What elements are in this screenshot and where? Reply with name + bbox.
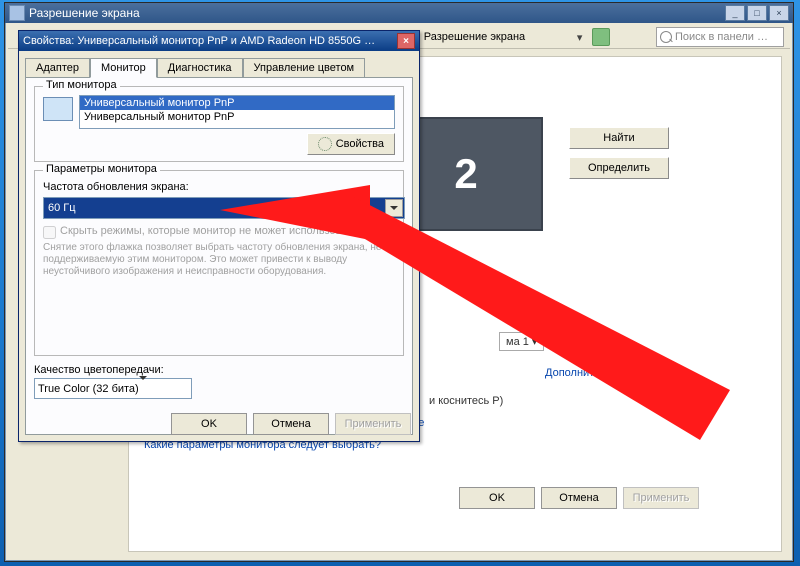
monitor-number: 2	[454, 150, 477, 198]
tab-page: Тип монитора Универсальный монитор PnP У…	[25, 77, 413, 435]
close-button[interactable]: ×	[769, 5, 789, 21]
content-buttons: OK Отмена Применить	[459, 487, 699, 509]
list-item[interactable]: Универсальный монитор PnP	[80, 110, 394, 124]
chevron-down-icon[interactable]	[385, 199, 403, 217]
dialog-close-button[interactable]: ×	[397, 33, 415, 49]
touch-hint: и коснитесь P)	[429, 395, 503, 407]
tab-adapter[interactable]: Адаптер	[25, 58, 90, 78]
properties-button[interactable]: Свойства	[307, 133, 395, 155]
tab-monitor[interactable]: Монитор	[90, 58, 157, 78]
monitor-icon	[43, 97, 73, 121]
dialog-apply-button[interactable]: Применить	[335, 413, 411, 435]
partial-dropdown[interactable]: ма 1 ▾	[499, 332, 544, 351]
list-item[interactable]: Универсальный монитор PnP	[80, 96, 394, 110]
monitor-properties-dialog: Свойства: Универсальный монитор PnP и AM…	[18, 30, 420, 442]
refresh-icon[interactable]	[592, 28, 610, 46]
window-icon	[9, 5, 25, 21]
tab-diagnostics[interactable]: Диагностика	[157, 58, 243, 78]
find-button[interactable]: Найти	[569, 127, 669, 149]
color-quality-combo[interactable]: True Color (32 бита)	[34, 378, 192, 399]
hide-modes-checkbox[interactable]	[43, 226, 56, 239]
dialog-title: Свойства: Универсальный монитор PnP и AM…	[23, 35, 375, 47]
search-input[interactable]: Поиск в панели …	[656, 27, 784, 47]
apply-button[interactable]: Применить	[623, 487, 699, 509]
monitor-settings-group: Параметры монитора Частота обновления эк…	[34, 170, 404, 356]
minimize-button[interactable]: _	[725, 5, 745, 21]
maximize-button[interactable]: □	[747, 5, 767, 21]
chevron-down-icon[interactable]	[139, 380, 147, 397]
cancel-button[interactable]: Отмена	[541, 487, 617, 509]
gear-icon	[318, 137, 332, 151]
dialog-ok-button[interactable]: OK	[171, 413, 247, 435]
dialog-titlebar[interactable]: Свойства: Универсальный монитор PnP и AM…	[19, 31, 419, 51]
hide-modes-check[interactable]: Скрыть режимы, которые монитор не может …	[43, 225, 395, 239]
parent-titlebar[interactable]: Разрешение экрана _ □ ×	[5, 3, 793, 23]
advanced-settings-link[interactable]: Дополнительные параметры	[545, 367, 692, 379]
ok-button[interactable]: OK	[459, 487, 535, 509]
search-icon	[660, 31, 672, 43]
group-label: Тип монитора	[43, 79, 120, 91]
color-quality-label: Качество цветопередачи:	[34, 364, 404, 376]
dialog-cancel-button[interactable]: Отмена	[253, 413, 329, 435]
color-quality-row: Качество цветопередачи: True Color (32 б…	[34, 364, 404, 399]
hide-modes-help: Снятие этого флажка позволяет выбрать ча…	[43, 242, 395, 278]
identify-button[interactable]: Определить	[569, 157, 669, 179]
tab-color-management[interactable]: Управление цветом	[243, 58, 366, 78]
breadcrumb-part: Разрешение экрана	[424, 31, 525, 43]
dialog-tabs: Адаптер Монитор Диагностика Управление ц…	[19, 51, 419, 77]
monitor-type-group: Тип монитора Универсальный монитор PnP У…	[34, 86, 404, 162]
group-label: Параметры монитора	[43, 163, 160, 175]
dialog-buttons: OK Отмена Применить	[171, 413, 411, 435]
monitor-list[interactable]: Универсальный монитор PnP Универсальный …	[79, 95, 395, 129]
parent-title: Разрешение экрана	[29, 6, 140, 20]
refresh-rate-label: Частота обновления экрана:	[43, 181, 395, 193]
refresh-rate-combo[interactable]: 60 Гц	[43, 197, 405, 219]
